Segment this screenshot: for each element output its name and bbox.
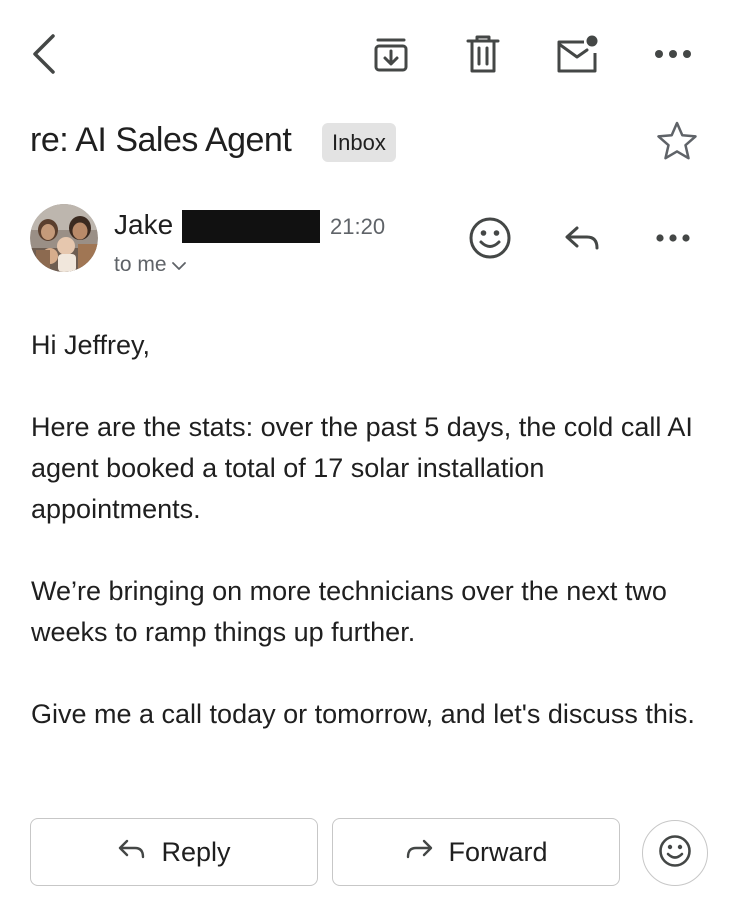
back-button[interactable] [20, 28, 68, 80]
archive-icon [371, 34, 411, 74]
star-button[interactable] [650, 116, 704, 166]
recipient-details-toggle[interactable]: to me [114, 250, 187, 280]
sender-avatar[interactable] [30, 204, 98, 272]
body-paragraph: We’re bringing on more technicians over … [31, 576, 667, 647]
star-outline-icon [656, 120, 698, 162]
reply-arrow-icon [563, 222, 603, 254]
smiley-face-icon [658, 834, 692, 873]
mark-unread-button[interactable] [550, 30, 604, 78]
email-subject: re: AI Sales Agent [30, 121, 292, 159]
body-paragraph: Here are the stats: over the past 5 days… [31, 412, 693, 524]
redacted-sender-surname [182, 210, 320, 243]
more-options-button[interactable] [646, 30, 700, 78]
chevron-down-icon [171, 253, 187, 277]
body-paragraph: Hi Jeffrey, [31, 330, 151, 360]
trash-icon [465, 33, 501, 75]
message-timestamp: 21:20 [330, 214, 386, 239]
reply-arrow-icon [117, 837, 147, 868]
more-horizontal-icon [655, 233, 691, 243]
add-reaction-button[interactable] [462, 210, 518, 266]
body-paragraph: Give me a call today or tomorrow, and le… [31, 699, 695, 729]
forward-button-label: Forward [448, 836, 548, 867]
reply-icon-button[interactable] [555, 212, 611, 264]
more-horizontal-icon [653, 49, 693, 59]
archive-button[interactable] [366, 30, 416, 78]
reply-button-label: Reply [161, 836, 231, 867]
sender-name[interactable]: Jake [114, 207, 173, 243]
mark-unread-icon [554, 33, 600, 75]
delete-button[interactable] [458, 30, 508, 78]
message-more-options-button[interactable] [646, 212, 700, 264]
forward-arrow-icon [404, 837, 434, 868]
forward-button[interactable]: Forward [332, 818, 620, 886]
reaction-button[interactable] [642, 820, 708, 886]
reply-button[interactable]: Reply [30, 818, 318, 886]
smiley-face-icon [468, 216, 512, 260]
recipient-label: to me [114, 253, 167, 276]
inbox-label-chip[interactable]: Inbox [322, 123, 396, 162]
back-arrow-icon [29, 32, 59, 76]
message-body: Hi Jeffrey, Here are the stats: over the… [31, 325, 701, 735]
